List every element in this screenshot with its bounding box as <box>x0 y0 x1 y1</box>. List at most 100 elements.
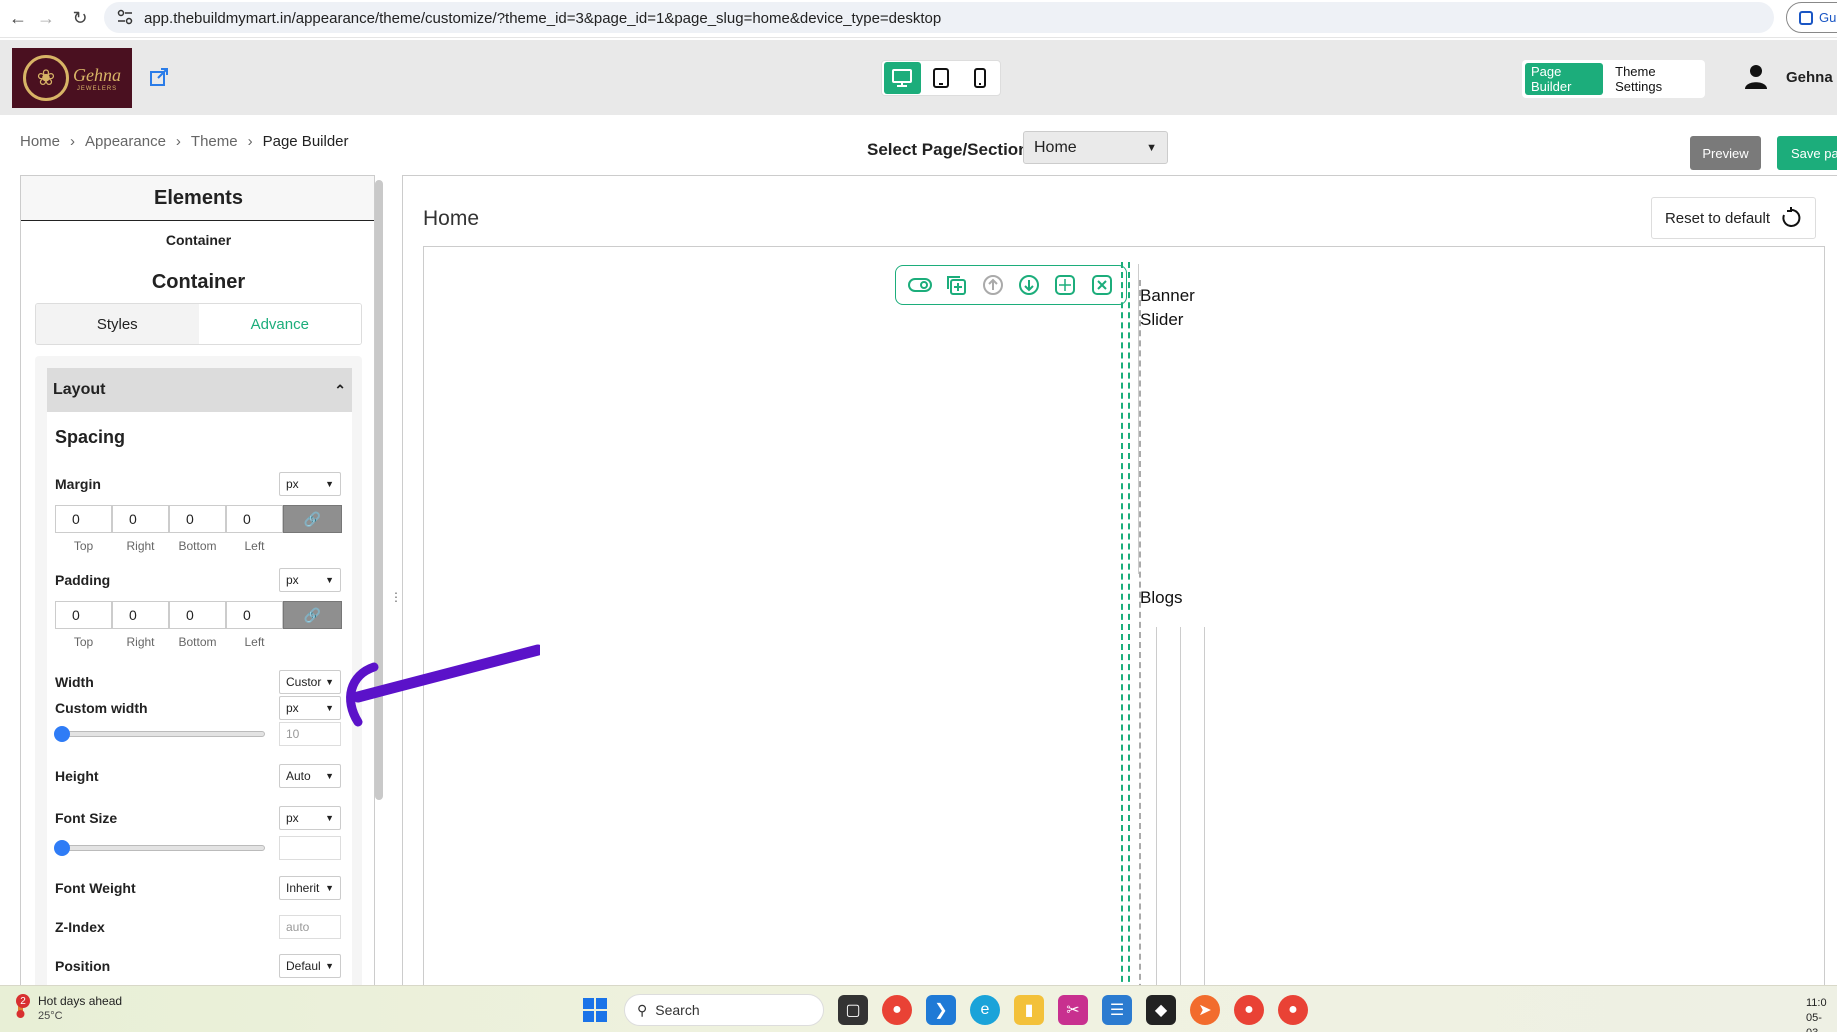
site-settings-icon[interactable] <box>116 8 134 26</box>
padding-top-input[interactable]: 0 <box>55 601 112 629</box>
position-select[interactable]: Defaul ▼ <box>279 954 341 978</box>
height-value: Auto <box>286 769 311 783</box>
selected-element-heading: Container <box>151 271 246 293</box>
reset-to-default-button[interactable]: Reset to default <box>1651 197 1816 239</box>
forward-arrow-icon[interactable]: → <box>34 6 58 30</box>
font-size-slider[interactable] <box>54 840 265 856</box>
tab-styles[interactable]: Styles <box>36 304 199 344</box>
width-select[interactable]: Custor ▼ <box>279 670 341 694</box>
padding-left-input[interactable]: 0 <box>226 601 283 629</box>
layout-section: Layout ⌃ Spacing Margin px ▼ 0 0 0 0 🔗 T… <box>35 356 362 994</box>
margin-right-input[interactable]: 0 <box>112 505 169 533</box>
reset-icon <box>1782 207 1801 227</box>
chrome-profile-icon[interactable]: ● <box>1278 995 1308 1025</box>
padding-link-button[interactable]: 🔗 <box>283 601 342 629</box>
app-icon[interactable]: ◆ <box>1146 995 1176 1025</box>
toggle-visibility-icon[interactable] <box>907 272 933 298</box>
font-size-input[interactable] <box>279 836 341 860</box>
padding-unit-select[interactable]: px ▼ <box>279 568 341 592</box>
postman-icon[interactable]: ➤ <box>1190 995 1220 1025</box>
file-explorer-icon[interactable]: ▮ <box>1014 995 1044 1025</box>
spacing-title: Spacing <box>55 427 126 447</box>
annotation-arrow <box>346 644 540 727</box>
slider-handle[interactable] <box>54 726 70 742</box>
duplicate-icon[interactable] <box>943 272 969 298</box>
padding-right-input[interactable]: 0 <box>112 601 169 629</box>
external-link-icon[interactable] <box>148 66 170 88</box>
desktop-view-button[interactable] <box>884 62 921 94</box>
os-taskbar: 2 Hot days ahead 25°C ⚲ Search ▢ ● ❯ e ▮… <box>0 985 1837 1032</box>
edge-icon[interactable]: e <box>970 995 1000 1025</box>
move-down-icon[interactable] <box>1016 272 1042 298</box>
reload-icon[interactable]: ↻ <box>68 6 92 30</box>
thermometer-icon: 2 <box>10 994 32 1020</box>
canvas-frame[interactable] <box>423 246 1825 1006</box>
taskbar-search[interactable]: ⚲ Search <box>624 994 824 1026</box>
margin-link-button[interactable]: 🔗 <box>283 505 342 533</box>
delete-icon[interactable] <box>1089 272 1115 298</box>
margin-left-input[interactable]: 0 <box>226 505 283 533</box>
system-clock[interactable]: 11:0 05-03- <box>1806 996 1837 1032</box>
width-label: Width <box>55 674 94 690</box>
custom-width-slider[interactable] <box>54 726 265 742</box>
vscode-icon[interactable]: ❯ <box>926 995 956 1025</box>
height-select[interactable]: Auto ▼ <box>279 764 341 788</box>
desktop-icon <box>892 69 913 87</box>
browser-profile-button[interactable]: Gu <box>1786 2 1837 33</box>
chrome-profile-icon[interactable]: ● <box>1234 995 1264 1025</box>
side-label-bottom: Bottom <box>178 635 217 649</box>
chrome-icon[interactable]: ● <box>882 995 912 1025</box>
breadcrumb-appearance[interactable]: Appearance <box>85 133 166 150</box>
margin-bottom-input[interactable]: 0 <box>169 505 226 533</box>
drag-move-icon[interactable] <box>1052 272 1078 298</box>
back-arrow-icon[interactable]: ← <box>6 6 30 30</box>
weather-widget[interactable]: 2 Hot days ahead 25°C <box>10 994 122 1024</box>
panel-title: Elements <box>21 176 374 221</box>
margin-unit-value: px <box>286 477 299 491</box>
side-label-right: Right <box>126 539 155 553</box>
layout-accordion-header[interactable]: Layout ⌃ <box>47 368 352 412</box>
page-builder-tab[interactable]: Page Builder <box>1525 63 1604 95</box>
address-bar[interactable]: app.thebuildmymart.in/appearance/theme/c… <box>104 2 1774 33</box>
store-logo[interactable]: ❀ Gehna JEWELERS <box>12 48 132 108</box>
breadcrumb-home[interactable]: Home <box>20 133 60 150</box>
chevron-down-icon: ▼ <box>1146 141 1157 154</box>
mode-switcher: Page Builder Theme Settings <box>1522 60 1705 98</box>
page-section-select[interactable]: Home ▼ <box>1023 131 1168 164</box>
theme-settings-tab[interactable]: Theme Settings <box>1609 63 1702 95</box>
mobile-icon <box>973 68 986 88</box>
z-index-input[interactable]: auto <box>279 915 341 939</box>
tablet-view-button[interactable] <box>923 62 960 94</box>
custom-width-input[interactable]: 10 <box>279 722 341 746</box>
preview-button[interactable]: Preview <box>1690 136 1761 170</box>
font-size-unit-value: px <box>286 811 299 825</box>
font-size-unit-select[interactable]: px ▼ <box>279 806 341 830</box>
user-name[interactable]: Gehna <box>1786 69 1833 86</box>
snipping-tool-icon[interactable]: ✂ <box>1058 995 1088 1025</box>
slider-handle[interactable] <box>54 840 70 856</box>
chevron-up-icon[interactable]: ⌃ <box>334 382 346 399</box>
notepad-icon[interactable]: ☰ <box>1102 995 1132 1025</box>
blogs-section-label[interactable]: Blogs <box>1140 588 1183 608</box>
drag-handle-icon[interactable]: ⋮ <box>390 590 402 604</box>
windows-start-icon[interactable] <box>580 995 610 1025</box>
padding-side-labels: Top Right Bottom Left <box>55 635 342 649</box>
user-avatar-icon[interactable] <box>1744 64 1768 90</box>
canvas-page-title: Home <box>423 207 480 230</box>
margin-top-input[interactable]: 0 <box>55 505 112 533</box>
padding-label: Padding <box>55 572 111 588</box>
custom-width-unit-select[interactable]: px ▼ <box>279 696 341 720</box>
move-up-icon[interactable] <box>980 272 1006 298</box>
font-weight-select[interactable]: Inherit ▼ <box>279 876 341 900</box>
slider-section-label[interactable]: Slider <box>1140 310 1183 330</box>
margin-unit-select[interactable]: px ▼ <box>279 472 341 496</box>
task-view-icon[interactable]: ▢ <box>838 995 868 1025</box>
url-text[interactable]: app.thebuildmymart.in/appearance/theme/c… <box>144 10 941 27</box>
breadcrumb-theme[interactable]: Theme <box>191 133 238 150</box>
profile-label: Gu <box>1819 10 1837 25</box>
tab-advance[interactable]: Advance <box>198 304 361 344</box>
save-page-button[interactable]: Save pag <box>1777 136 1837 170</box>
mobile-view-button[interactable] <box>961 62 998 94</box>
banner-section-label[interactable]: Banner <box>1140 286 1195 306</box>
padding-bottom-input[interactable]: 0 <box>169 601 226 629</box>
